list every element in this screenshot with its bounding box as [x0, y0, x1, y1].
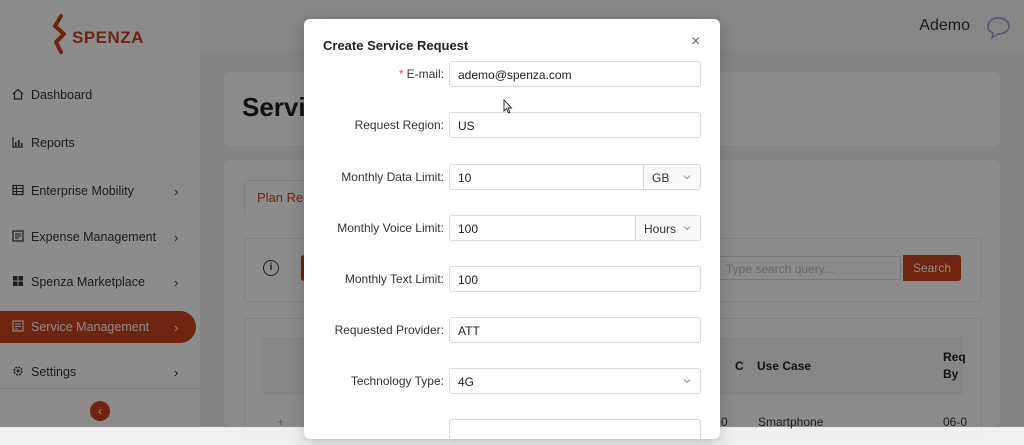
chevron-down-icon — [682, 172, 692, 185]
label-colon: : — [440, 323, 444, 337]
text-limit-label-text: Monthly Text Limit — [344, 272, 441, 286]
form-row-next — [304, 419, 720, 445]
form-row-data-limit: Monthly Data Limit: 10 GB — [304, 164, 720, 190]
label-colon: : — [440, 374, 444, 388]
form-row-provider: Requested Provider: ATT — [304, 317, 720, 343]
label-colon: : — [440, 221, 444, 235]
email-field[interactable]: ademo@spenza.com — [449, 61, 701, 87]
text-limit-label: Monthly Text Limit: — [345, 272, 444, 286]
voice-limit-field[interactable]: 100 — [449, 215, 636, 241]
provider-label-text: Requested Provider — [334, 323, 441, 337]
voice-limit-label: Monthly Voice Limit: — [337, 221, 444, 235]
region-label-text: Request Region — [354, 118, 441, 132]
technology-type-select[interactable]: 4G — [449, 368, 701, 394]
chevron-down-icon — [682, 376, 692, 389]
provider-label: Requested Provider: — [335, 323, 444, 337]
region-label: Request Region: — [355, 118, 444, 132]
required-star: * — [398, 67, 404, 81]
technology-type-value: 4G — [458, 375, 475, 389]
email-label: * E-mail: — [399, 67, 444, 81]
close-icon[interactable]: × — [691, 33, 700, 51]
next-field[interactable] — [449, 419, 701, 445]
email-label-text: E-mail — [406, 67, 441, 81]
label-colon: : — [440, 170, 444, 184]
form-row-text-limit: Monthly Text Limit: 100 — [304, 266, 720, 292]
label-colon: : — [440, 118, 444, 132]
data-limit-label-text: Monthly Data Limit — [341, 170, 441, 184]
text-limit-field[interactable]: 100 — [449, 266, 701, 292]
data-unit-value: GB — [652, 171, 670, 185]
technology-label: Technology Type: — [351, 374, 444, 388]
voice-unit-value: Hours — [644, 222, 677, 236]
data-limit-field[interactable]: 10 — [449, 164, 644, 190]
mouse-cursor-icon — [503, 98, 513, 114]
chevron-down-icon — [682, 223, 692, 236]
create-service-request-modal: Create Service Request × * E-mail: ademo@… — [304, 19, 720, 445]
data-limit-label: Monthly Data Limit: — [341, 170, 444, 184]
form-row-region: Request Region: US — [304, 112, 720, 138]
technology-label-text: Technology Type — [350, 374, 441, 388]
voice-limit-label-text: Monthly Voice Limit — [337, 221, 441, 235]
form-row-technology: Technology Type: 4G — [304, 368, 720, 394]
request-region-field[interactable]: US — [449, 112, 701, 138]
label-colon: : — [440, 272, 444, 286]
voice-unit-select[interactable]: Hours — [636, 215, 701, 241]
form-row-voice-limit: Monthly Voice Limit: 100 Hours — [304, 215, 720, 241]
requested-provider-field[interactable]: ATT — [449, 317, 701, 343]
form-row-email: * E-mail: ademo@spenza.com — [304, 61, 720, 87]
label-colon: : — [440, 67, 444, 81]
data-unit-select[interactable]: GB — [644, 164, 701, 190]
modal-title: Create Service Request — [323, 38, 469, 53]
